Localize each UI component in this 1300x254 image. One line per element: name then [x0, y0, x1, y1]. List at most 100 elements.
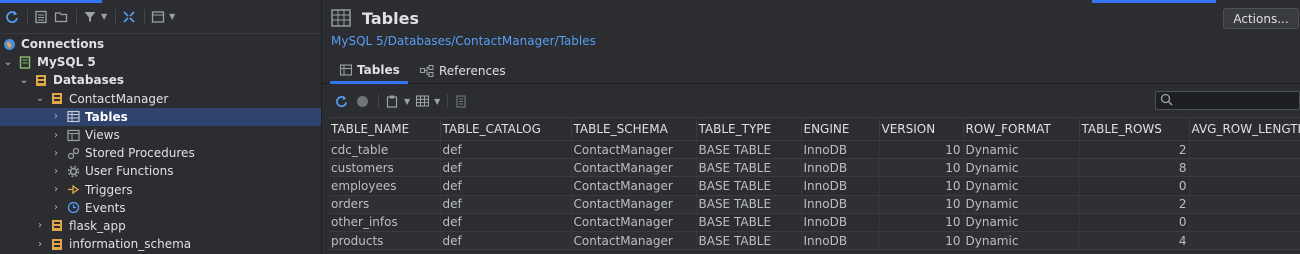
refresh-icon[interactable]: [3, 8, 21, 26]
cell-table-schema[interactable]: ContactManager: [571, 140, 697, 160]
cell-table-schema[interactable]: ContactManager: [571, 176, 697, 196]
chevron-down-icon[interactable]: ▼: [101, 12, 107, 21]
cell-avg-row-length[interactable]: [1189, 158, 1300, 178]
chevron-down-icon[interactable]: ▼: [404, 97, 410, 106]
cell-table-catalog[interactable]: def: [440, 195, 572, 214]
tab-tables[interactable]: Tables: [330, 58, 408, 84]
cell-row-format[interactable]: Dynamic: [963, 231, 1080, 251]
cell-engine[interactable]: InnoDB: [801, 140, 880, 160]
cell-table-rows[interactable]: 4: [1079, 231, 1190, 251]
chevron-right-icon[interactable]: ›: [50, 130, 62, 141]
chevron-right-icon[interactable]: ›: [34, 239, 46, 250]
column-header[interactable]: VERSION: [879, 117, 964, 141]
cell-version[interactable]: 10: [879, 213, 964, 232]
cell-table-type[interactable]: BASE TABLE: [696, 213, 802, 232]
breadcrumb[interactable]: MySQL 5/Databases/ContactManager/Tables: [331, 34, 596, 48]
cell-table-name[interactable]: orders: [329, 195, 441, 214]
collapse-all-icon[interactable]: [120, 8, 138, 26]
cell-row-format[interactable]: Dynamic: [963, 195, 1080, 214]
cell-engine[interactable]: InnoDB: [801, 195, 880, 214]
properties-icon[interactable]: [32, 8, 50, 26]
cell-table-rows[interactable]: 2: [1079, 195, 1190, 214]
table-row[interactable]: cdc_table def ContactManager BASE TABLE …: [329, 140, 1300, 160]
actions-button[interactable]: Actions...: [1223, 8, 1299, 29]
column-header[interactable]: TABLE_ROWS: [1079, 117, 1190, 141]
export-icon[interactable]: [383, 92, 401, 110]
column-header[interactable]: TABLE_SCHEMA: [571, 117, 697, 141]
tree-node-triggers[interactable]: › Triggers: [0, 181, 321, 199]
column-header[interactable]: TABLE_TYPE: [696, 117, 802, 141]
cell-table-type[interactable]: BASE TABLE: [696, 176, 802, 196]
cell-avg-row-length[interactable]: [1189, 140, 1300, 160]
tree-node-contactmanager[interactable]: ⌄ ContactManager: [0, 90, 321, 108]
filter-icon[interactable]: [81, 8, 99, 26]
chevron-right-icon[interactable]: ›: [50, 148, 62, 159]
cell-version[interactable]: 10: [879, 158, 964, 178]
chevron-down-icon[interactable]: ⌄: [2, 57, 14, 68]
stop-icon[interactable]: [353, 92, 371, 110]
tree-node-information-schema[interactable]: › information_schema: [0, 235, 321, 253]
cell-table-type[interactable]: BASE TABLE: [696, 140, 802, 160]
open-folder-icon[interactable]: [52, 8, 70, 26]
cell-table-catalog[interactable]: def: [440, 213, 572, 232]
cell-version[interactable]: 10: [879, 195, 964, 214]
tab-references[interactable]: References: [418, 58, 518, 84]
cell-engine[interactable]: InnoDB: [801, 158, 880, 178]
tree-node-views[interactable]: › Views: [0, 126, 321, 144]
cell-row-format[interactable]: Dynamic: [963, 213, 1080, 232]
tree-node-tables[interactable]: › Tables: [0, 107, 321, 126]
cell-table-schema[interactable]: ContactManager: [571, 231, 697, 251]
column-header[interactable]: AVG_ROW_LENGTH: [1189, 117, 1300, 141]
table-row[interactable]: products def ContactManager BASE TABLE I…: [329, 231, 1300, 251]
search-input[interactable]: [1155, 91, 1300, 110]
cell-table-catalog[interactable]: def: [440, 176, 572, 196]
cell-engine[interactable]: InnoDB: [801, 231, 880, 251]
column-header[interactable]: ENGINE: [801, 117, 880, 141]
cell-version[interactable]: 10: [879, 231, 964, 251]
cell-avg-row-length[interactable]: [1189, 195, 1300, 214]
cell-row-format[interactable]: Dynamic: [963, 140, 1080, 160]
tree-node-user-functions[interactable]: › User Functions: [0, 162, 321, 180]
cell-avg-row-length[interactable]: [1189, 213, 1300, 232]
tree-node-flask-app[interactable]: › flask_app: [0, 217, 321, 235]
chevron-down-icon[interactable]: ⌄: [34, 93, 46, 104]
cell-table-schema[interactable]: ContactManager: [571, 158, 697, 178]
view-options-icon[interactable]: [149, 8, 167, 26]
tree-node-stored-procedures[interactable]: › Stored Procedures: [0, 144, 321, 162]
tree-node-events[interactable]: › Events: [0, 199, 321, 217]
column-header[interactable]: ROW_FORMAT: [963, 117, 1080, 141]
cell-table-catalog[interactable]: def: [440, 158, 572, 178]
cell-table-rows[interactable]: 2: [1079, 140, 1190, 160]
cell-version[interactable]: 10: [879, 176, 964, 196]
cell-table-rows[interactable]: 0: [1079, 176, 1190, 196]
chevron-right-icon[interactable]: ›: [50, 202, 62, 213]
grid-view-icon[interactable]: [413, 92, 431, 110]
chevron-right-icon[interactable]: ›: [50, 111, 62, 122]
table-row[interactable]: orders def ContactManager BASE TABLE Inn…: [329, 195, 1300, 214]
cell-table-catalog[interactable]: def: [440, 140, 572, 160]
delete-icon[interactable]: [452, 92, 470, 110]
column-header[interactable]: TABLE_NAME: [329, 117, 441, 141]
cell-version[interactable]: 10: [879, 140, 964, 160]
cell-table-type[interactable]: BASE TABLE: [696, 158, 802, 178]
chevron-down-icon[interactable]: ▼: [169, 12, 175, 21]
cell-table-name[interactable]: cdc_table: [329, 140, 441, 160]
cell-table-name[interactable]: customers: [329, 158, 441, 178]
table-row[interactable]: employees def ContactManager BASE TABLE …: [329, 176, 1300, 196]
chevron-down-icon[interactable]: ⌄: [18, 75, 30, 86]
column-header[interactable]: TABLE_CATALOG: [440, 117, 572, 141]
cell-table-type[interactable]: BASE TABLE: [696, 231, 802, 251]
cell-table-rows[interactable]: 0: [1079, 213, 1190, 232]
chevron-down-icon[interactable]: ▼: [434, 97, 440, 106]
cell-table-catalog[interactable]: def: [440, 231, 572, 251]
cell-row-format[interactable]: Dynamic: [963, 158, 1080, 178]
cell-table-name[interactable]: products: [329, 231, 441, 251]
refresh-icon[interactable]: [332, 92, 350, 110]
table-row[interactable]: other_infos def ContactManager BASE TABL…: [329, 213, 1300, 232]
tree-node-databases[interactable]: ⌄ Databases: [0, 71, 321, 89]
cell-table-rows[interactable]: 8: [1079, 158, 1190, 178]
cell-table-schema[interactable]: ContactManager: [571, 195, 697, 214]
tree-node-mysql[interactable]: ⌄ MySQL 5: [0, 53, 321, 71]
cell-avg-row-length[interactable]: [1189, 176, 1300, 196]
chevron-right-icon[interactable]: ›: [34, 220, 46, 231]
